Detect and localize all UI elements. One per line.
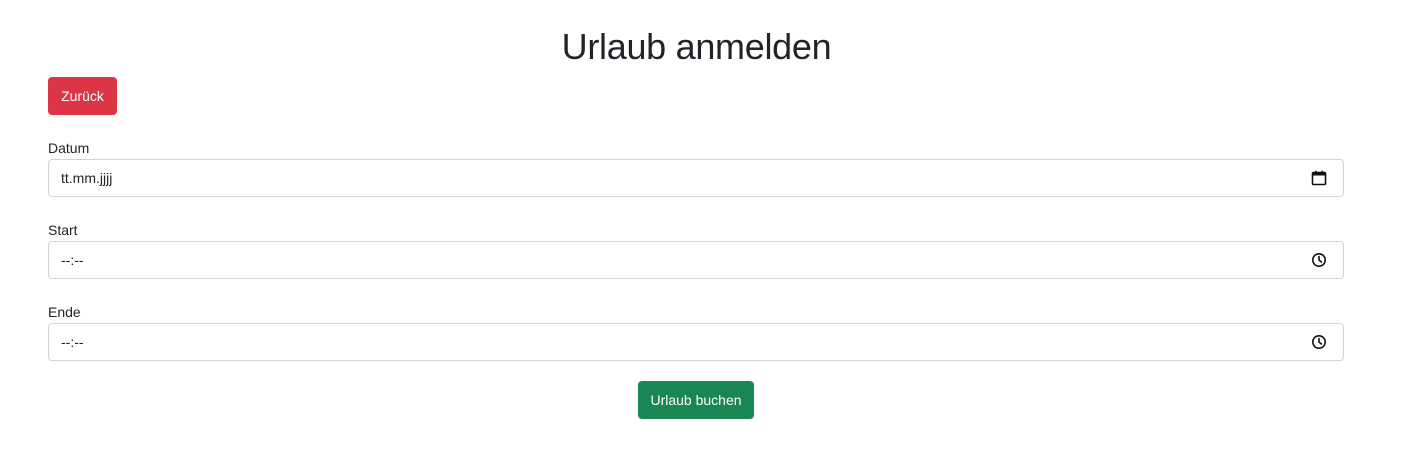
- book-vacation-button[interactable]: Urlaub buchen: [638, 381, 754, 419]
- end-time-input[interactable]: --:--: [48, 323, 1344, 361]
- page: Urlaub anmelden Zurück Datum tt.mm.jjjj …: [0, 0, 1424, 469]
- clock-icon[interactable]: [1311, 252, 1327, 268]
- page-title: Urlaub anmelden: [561, 26, 832, 67]
- calendar-icon[interactable]: [1311, 170, 1327, 186]
- start-time-input[interactable]: --:--: [48, 241, 1344, 279]
- end-label: Ende: [48, 304, 81, 320]
- back-button[interactable]: Zurück: [48, 77, 117, 115]
- start-label: Start: [48, 222, 78, 238]
- date-label: Datum: [48, 140, 90, 156]
- clock-icon[interactable]: [1311, 334, 1327, 350]
- end-time-placeholder: --:--: [61, 334, 84, 350]
- date-input-placeholder: tt.mm.jjjj: [61, 170, 113, 186]
- date-input[interactable]: tt.mm.jjjj: [48, 159, 1344, 197]
- start-time-placeholder: --:--: [61, 252, 84, 268]
